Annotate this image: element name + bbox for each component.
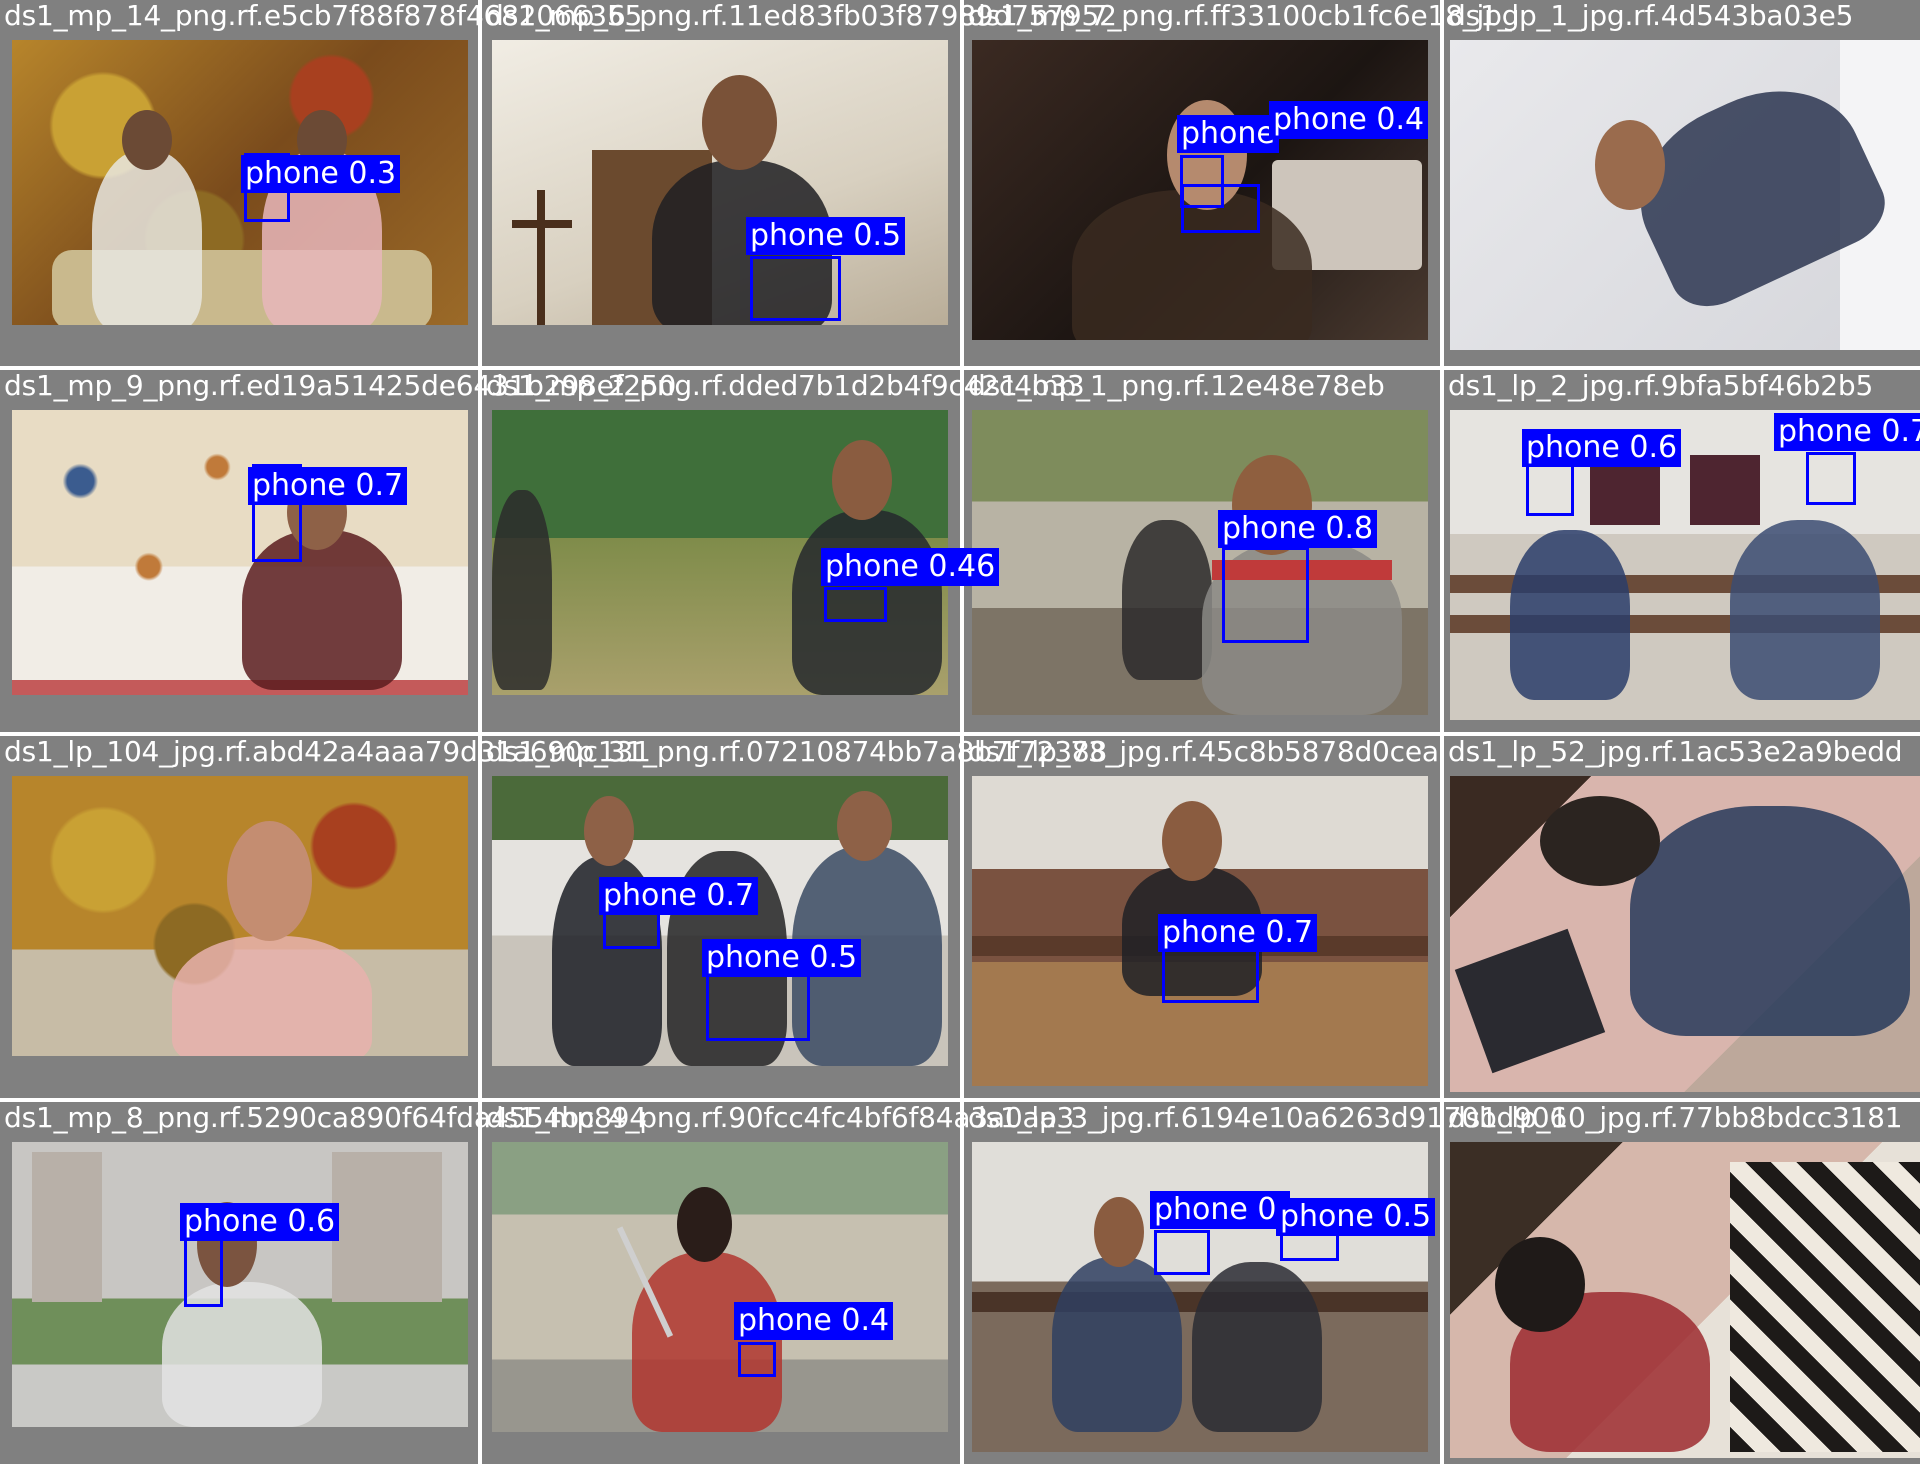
- detection-label: phone: [1177, 115, 1279, 153]
- tile-11: ds1_lp_73_jpg.rf.45c8b5878d0cea phone 0.…: [964, 735, 1440, 1098]
- detection-label: phone 0.3: [241, 155, 401, 193]
- detection-box: [824, 587, 887, 622]
- tile-14: ds1_mp_4_png.rf.90fcc4fc4bf6f84a3a0aa3 p…: [482, 1101, 1074, 1464]
- tile-15: ds1_lp_3_jpg.rf.6194e10a6263d9170bd906 p…: [964, 1101, 1567, 1464]
- detection-label: phone 0.6: [1522, 429, 1682, 467]
- detection-box: [738, 1342, 776, 1377]
- tile-filename: ds1_mp_7_png.rf.ff33100cb1fc6e18_jpg: [968, 0, 1520, 32]
- tile-photo: [12, 1142, 468, 1427]
- tile-photo: [492, 1142, 948, 1432]
- detection-label: phone 0.46: [821, 548, 1000, 586]
- tile-photo: [972, 1142, 1428, 1452]
- detection-label: phone 0.7: [1774, 413, 1920, 451]
- tile-photo: [972, 410, 1428, 715]
- tile-16: ds1_lp_10_jpg.rf.77bb8bdcc3181: [1444, 1101, 1920, 1464]
- tile-filename: ds1_lp_1_jpg.rf.4d543ba03e5: [1448, 0, 1854, 32]
- tile-photo: [12, 776, 468, 1056]
- tile-filename: ds1_lp_73_jpg.rf.45c8b5878d0cea: [968, 735, 1439, 768]
- tile-1: ds1_mp_14_png.rf.e5cb7f88f878f4682066355…: [0, 0, 642, 366]
- tile-4: ds1_lp_1_jpg.rf.4d543ba03e5: [1444, 0, 1920, 366]
- detection-box: [1181, 184, 1260, 233]
- detection-label: phone 0.8: [1218, 510, 1378, 548]
- tile-9: ds1_lp_104_jpg.rf.abd42a4aaa79d31a690c13…: [0, 735, 651, 1098]
- detection-box: [1154, 1230, 1210, 1275]
- tile-10: ds1_mp_31_png.rf.07210874bb7a8b7f72388 p…: [482, 735, 1107, 1098]
- tile-photo: [1450, 1142, 1920, 1458]
- detection-label: phone 0.5: [746, 217, 906, 255]
- tile-filename: ds1_lp_52_jpg.rf.1ac53e2a9bedd: [1448, 735, 1903, 768]
- detection-label: phone 0.7: [1158, 914, 1318, 952]
- tile-filename: ds1_lp_10_jpg.rf.77bb8bdcc3181: [1448, 1101, 1903, 1134]
- detection-label: phone 0.7: [599, 877, 759, 915]
- tile-2: ds1_mp_6_png.rf.11ed83fb03f87989d757952 …: [482, 0, 1117, 366]
- tile-7: ds1_mp_1_png.rf.12e48e78eb phone 0.8: [964, 369, 1440, 732]
- detection-label: phone 0.4: [1269, 101, 1429, 139]
- detection-box: [1806, 452, 1856, 505]
- detection-label: phone 0.6: [180, 1203, 340, 1241]
- detection-label: phone 0.: [1150, 1191, 1291, 1229]
- tile-3: ds1_mp_7_png.rf.ff33100cb1fc6e18_jpg pho…: [964, 0, 1519, 366]
- tile-6: ds1_mp_2_png.rf.dded7b1d2b4f9c42c4b33 ph…: [482, 369, 1085, 732]
- tile-photo: [492, 40, 948, 325]
- tile-photo: [1450, 776, 1920, 1092]
- tile-5: ds1_mp_9_png.rf.ed19a51425de6431b298ef25…: [0, 369, 676, 732]
- tile-8: ds1_lp_2_jpg.rf.9bfa5bf46b2b5 phone 0.6 …: [1444, 369, 1920, 732]
- detection-label: phone 0.5: [1276, 1198, 1436, 1236]
- detection-label: phone 0.5: [702, 939, 862, 977]
- tile-filename: ds1_mp_1_png.rf.12e48e78eb: [968, 369, 1385, 402]
- detection-label: phone 0.7: [248, 467, 408, 505]
- tile-filename: ds1_lp_2_jpg.rf.9bfa5bf46b2b5: [1448, 369, 1874, 402]
- detection-label: phone 0.4: [734, 1302, 894, 1340]
- tile-photo: [1450, 40, 1920, 350]
- detection-box: [750, 256, 841, 321]
- detection-box: [1280, 1233, 1339, 1261]
- tile-12: ds1_lp_52_jpg.rf.1ac53e2a9bedd: [1444, 735, 1920, 1098]
- tile-13: ds1_mp_8_png.rf.5290ca890f64fda4554bc894…: [0, 1101, 647, 1464]
- detection-grid: ds1_mp_14_png.rf.e5cb7f88f878f4682066355…: [0, 0, 1920, 1464]
- tile-photo: [12, 410, 468, 695]
- detection-box: [1222, 547, 1309, 643]
